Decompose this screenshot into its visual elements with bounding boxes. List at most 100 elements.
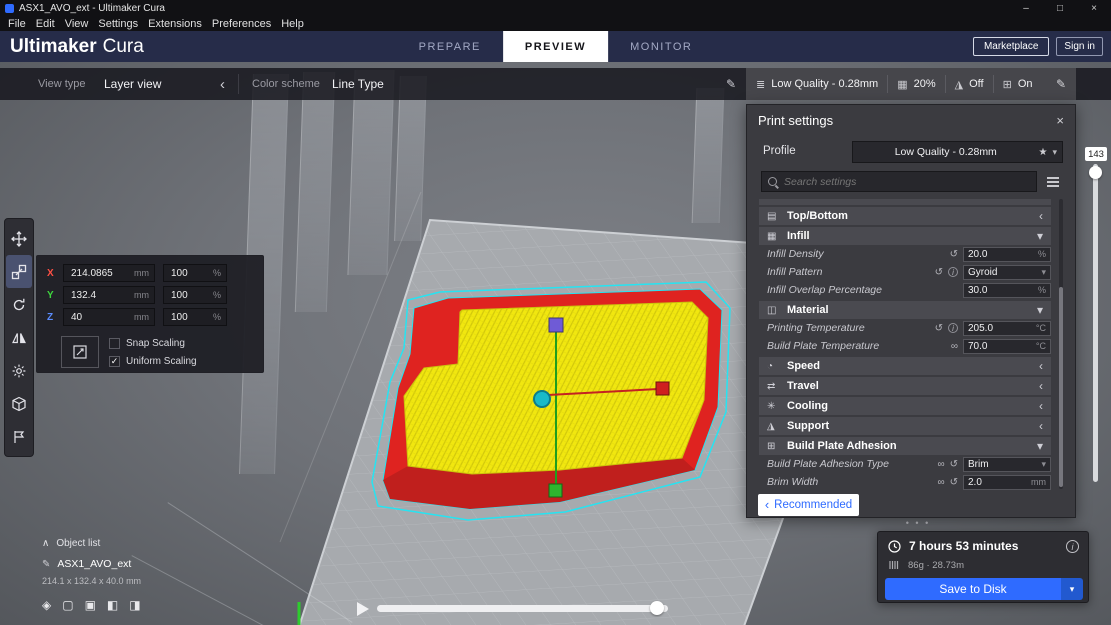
scale-z-mm-input[interactable]: mm	[63, 308, 155, 326]
infill-density-input[interactable]: 20.0 %	[963, 247, 1051, 262]
save-options-chevron[interactable]: ▾	[1061, 578, 1083, 600]
simulation-slider-handle[interactable]	[650, 601, 664, 615]
scale-y-mm-value[interactable]	[69, 289, 131, 302]
checkbox[interactable]	[109, 338, 120, 349]
scale-handle-y[interactable]	[549, 484, 562, 497]
scale-y-mm-input[interactable]: mm	[63, 286, 155, 304]
layer-slider[interactable]	[1093, 164, 1098, 482]
category-build-plate-adhesion[interactable]: ⊞ Build Plate Adhesion ▾	[759, 437, 1051, 455]
settings-scrollbar[interactable]	[1059, 199, 1063, 489]
tab-monitor[interactable]: MONITOR	[608, 31, 714, 62]
category-material[interactable]: ◫ Material ▾	[759, 301, 1051, 319]
scale-x-mm-input[interactable]: mm	[63, 264, 155, 282]
settings-search[interactable]	[761, 171, 1037, 192]
edit-settings-icon[interactable]: ✎	[1056, 77, 1066, 91]
scale-handle-uniform[interactable]	[534, 391, 550, 407]
scale-tool-button[interactable]	[6, 255, 32, 288]
simulation-slider[interactable]	[377, 605, 668, 612]
print-settings-summary[interactable]: ≣ Low Quality - 0.28mm ▦ 20% ◮ Off ⊞ On …	[746, 68, 1076, 100]
infill-overlap-input[interactable]: 30.0 %	[963, 283, 1051, 298]
adhesion-type-dropdown[interactable]: Brim ▾	[963, 457, 1051, 472]
revert-icon[interactable]: ↺	[935, 267, 943, 278]
per-model-settings-tool-button[interactable]	[6, 354, 32, 387]
color-scheme-value[interactable]: Line Type	[332, 68, 384, 100]
star-icon[interactable]: ★	[1039, 147, 1048, 158]
info-icon[interactable]: i	[948, 267, 958, 277]
menu-preferences[interactable]: Preferences	[207, 18, 276, 30]
move-tool-button[interactable]	[6, 222, 32, 255]
category-support[interactable]: ◮ Support ‹	[759, 417, 1051, 435]
collapse-panel-icon[interactable]: ‹	[220, 68, 225, 100]
scale-z-pct-value[interactable]	[169, 311, 210, 324]
link-icon[interactable]: ∞	[937, 477, 944, 488]
menu-edit[interactable]: Edit	[31, 18, 60, 30]
scale-y-pct-input[interactable]: %	[163, 286, 227, 304]
edit-view-icon[interactable]: ✎	[726, 68, 736, 100]
layer-number-input[interactable]: 143	[1085, 147, 1107, 161]
menu-settings[interactable]: Settings	[93, 18, 143, 30]
category-top-bottom[interactable]: ▤ Top/Bottom ‹	[759, 207, 1051, 225]
build-plate-temperature-input[interactable]: 70.0 °C	[963, 339, 1051, 354]
clipped-category-row[interactable]	[759, 199, 1051, 205]
menu-view[interactable]: View	[60, 18, 94, 30]
recommended-button[interactable]: ‹ Recommended	[758, 494, 859, 516]
object-list-item[interactable]: ✎ ASX1_AVO_ext	[42, 558, 131, 570]
front-view-icon[interactable]: ▢	[62, 598, 73, 612]
profile-dropdown[interactable]: Low Quality - 0.28mm ★ ▾	[852, 141, 1063, 163]
category-cooling[interactable]: ✳ Cooling ‹	[759, 397, 1051, 415]
printing-temperature-input[interactable]: 205.0 °C	[963, 321, 1051, 336]
infill-pattern-dropdown[interactable]: Gyroid ▾	[963, 265, 1051, 280]
menu-file[interactable]: File	[3, 18, 31, 30]
mirror-tool-button[interactable]	[6, 321, 32, 354]
top-view-icon[interactable]: ▣	[85, 598, 96, 612]
view-type-value[interactable]: Layer view	[104, 68, 161, 100]
object-list-toggle[interactable]: ∧ Object list	[42, 538, 100, 549]
scale-x-pct-value[interactable]	[169, 267, 210, 280]
category-speed[interactable]: ◔ Speed ‹	[759, 357, 1051, 375]
revert-icon[interactable]: ↺	[935, 323, 943, 334]
play-button[interactable]	[357, 602, 369, 616]
tab-preview[interactable]: PREVIEW	[503, 31, 608, 62]
minimize-button[interactable]: –	[1009, 3, 1043, 14]
revert-icon[interactable]: ↺	[950, 459, 958, 470]
search-input[interactable]	[782, 175, 1030, 189]
link-icon[interactable]: ∞	[937, 459, 944, 470]
revert-icon[interactable]: ↺	[950, 249, 958, 260]
scale-x-mm-value[interactable]	[69, 267, 131, 280]
scrollbar-thumb[interactable]	[1059, 287, 1063, 487]
menu-extensions[interactable]: Extensions	[143, 18, 207, 30]
uniform-scaling-checkbox[interactable]: ✓ Uniform Scaling	[109, 354, 197, 368]
scale-z-pct-input[interactable]: %	[163, 308, 227, 326]
scale-x-pct-input[interactable]: %	[163, 264, 227, 282]
panel-drag-dots[interactable]: • • •	[898, 518, 938, 528]
rotate-tool-button[interactable]	[6, 288, 32, 321]
scale-handle-x[interactable]	[656, 382, 669, 395]
link-icon[interactable]: ∞	[951, 341, 958, 352]
checkbox[interactable]: ✓	[109, 356, 120, 367]
scale-z-mm-value[interactable]	[69, 311, 131, 324]
category-travel[interactable]: ⇄ Travel ‹	[759, 377, 1051, 395]
menu-help[interactable]: Help	[276, 18, 309, 30]
scale-handle-z[interactable]	[549, 318, 563, 332]
sign-in-button[interactable]: Sign in	[1056, 37, 1103, 56]
info-icon[interactable]: i	[948, 323, 958, 333]
category-infill[interactable]: ▦ Infill ▾	[759, 227, 1051, 245]
close-window-button[interactable]: ×	[1077, 3, 1111, 14]
settings-menu-icon[interactable]	[1045, 175, 1061, 189]
marketplace-button[interactable]: Marketplace	[973, 37, 1049, 56]
scale-to-max-button[interactable]	[61, 336, 99, 368]
support-blocker-tool-button[interactable]	[6, 387, 32, 420]
left-view-icon[interactable]: ◧	[107, 598, 118, 612]
snap-scaling-checkbox[interactable]: Snap Scaling	[109, 336, 185, 350]
right-view-icon[interactable]: ◨	[129, 598, 140, 612]
save-to-disk-button[interactable]: Save to Disk ▾	[885, 578, 1083, 600]
measure-tool-button[interactable]	[6, 420, 32, 453]
info-icon[interactable]: i	[1066, 540, 1079, 553]
maximize-button[interactable]: □	[1043, 3, 1077, 14]
close-panel-icon[interactable]: ×	[1056, 113, 1064, 128]
revert-icon[interactable]: ↺	[950, 477, 958, 488]
tab-prepare[interactable]: PREPARE	[397, 31, 503, 62]
brim-width-input[interactable]: 2.0 mm	[963, 475, 1051, 490]
layer-slider-handle[interactable]	[1089, 166, 1102, 179]
iso-view-icon[interactable]: ◈	[42, 598, 51, 612]
